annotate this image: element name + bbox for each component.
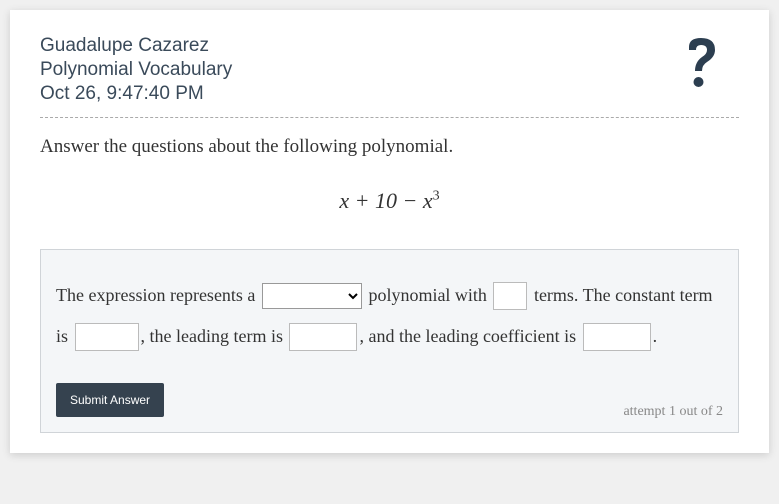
answer-text-6: . xyxy=(653,326,658,346)
assignment-title: Polynomial Vocabulary xyxy=(40,59,739,81)
student-name: Guadalupe Cazarez xyxy=(40,35,739,57)
terms-count-input[interactable] xyxy=(493,282,527,310)
question-prompt: Answer the questions about the following… xyxy=(40,136,739,158)
polynomial-expression: x + 10 − x3 xyxy=(40,188,739,214)
answer-text-5: , and the leading coefficient is xyxy=(359,326,580,346)
answer-content: The expression represents a polynomial w… xyxy=(56,275,723,358)
timestamp: Oct 26, 9:47:40 PM xyxy=(40,83,739,105)
answer-text-1: The expression represents a xyxy=(56,285,260,305)
leading-coefficient-input[interactable] xyxy=(583,323,651,351)
submit-button[interactable]: Submit Answer xyxy=(56,383,164,417)
main-container: Guadalupe Cazarez Polynomial Vocabulary … xyxy=(10,10,769,453)
answer-text-2: polynomial with xyxy=(364,285,492,305)
constant-term-input[interactable] xyxy=(75,323,139,351)
attempt-counter: attempt 1 out of 2 xyxy=(623,404,723,420)
leading-term-input[interactable] xyxy=(289,323,357,351)
help-icon[interactable] xyxy=(679,35,724,90)
header: Guadalupe Cazarez Polynomial Vocabulary … xyxy=(40,35,739,105)
answer-box: The expression represents a polynomial w… xyxy=(40,249,739,433)
answer-text-4: , the leading term is xyxy=(141,326,288,346)
divider xyxy=(40,117,739,118)
polynomial-type-select[interactable] xyxy=(262,283,362,309)
